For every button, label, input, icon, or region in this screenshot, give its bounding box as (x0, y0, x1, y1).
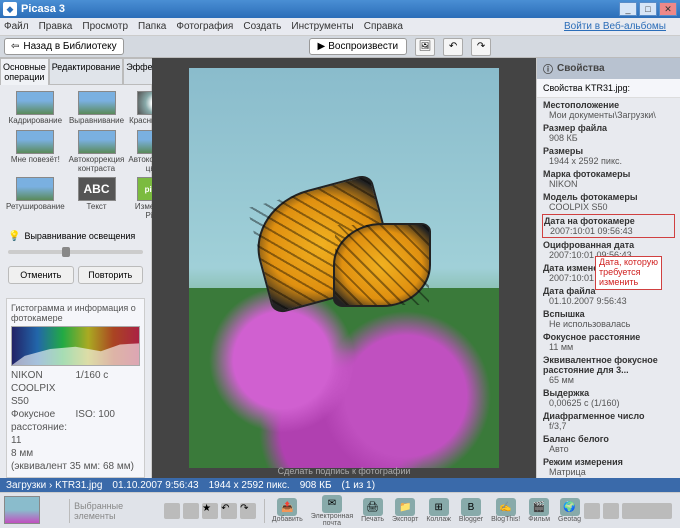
zoom-1to1-icon[interactable] (603, 503, 619, 519)
bottom-tools: 📤Добавить✉Электронная почта🖨Печать📁Экспо… (269, 495, 584, 527)
rotate-right-icon[interactable]: ↷ (471, 38, 491, 56)
zoom-slider[interactable] (622, 503, 672, 519)
bulb-icon: 💡 (8, 231, 20, 242)
window-title: Picasa 3 (21, 3, 619, 15)
property-row: Баланс белогоАвто (543, 434, 674, 454)
menu-view[interactable]: Просмотр (82, 21, 128, 32)
menu-help[interactable]: Справка (364, 21, 403, 32)
left-panel: Основные операции Редактирование Эффекты… (0, 58, 152, 478)
titlebar: ◆ Picasa 3 _ □ ✕ (0, 0, 680, 18)
edit-tabs: Основные операции Редактирование Эффекты (0, 58, 151, 85)
tool-lucky[interactable]: Мне повезёт! (6, 130, 65, 174)
rotate2-icon[interactable]: ↷ (240, 503, 256, 519)
back-to-library-button[interactable]: ⇦ Назад в Библиотеку (4, 38, 124, 55)
properties-filename: Свойства KTR31.jpg: (537, 79, 680, 98)
tab-tuning[interactable]: Редактирование (49, 58, 124, 85)
back-arrow-icon: ⇦ (11, 41, 19, 52)
menu-folder[interactable]: Папка (138, 21, 166, 32)
property-row: Фокусное расстояние11 мм (543, 332, 674, 352)
bottom-tool-0[interactable]: 📤Добавить (269, 498, 306, 523)
play-icon: ▶ (318, 41, 326, 52)
signin-link[interactable]: Войти в Веб-альбомы (564, 21, 666, 32)
bottom-tool-5[interactable]: BBlogger (456, 498, 486, 523)
bottom-tool-6[interactable]: ✍BlogThis! (488, 498, 523, 523)
property-row: МестоположениеМои документы\Загрузки\ (543, 100, 674, 120)
menu-tools[interactable]: Инструменты (291, 21, 353, 32)
menu-create[interactable]: Создать (243, 21, 281, 32)
tool-crop[interactable]: Кадрирование (6, 91, 65, 126)
undo-button[interactable]: Отменить (8, 266, 74, 284)
clear-icon[interactable] (183, 503, 199, 519)
tool-grid: Кадрирование Выравнивание Красные глаза … (0, 85, 151, 227)
property-row: Модель фотокамерыCOOLPIX S50 (543, 192, 674, 212)
histogram-box: Гистограмма и информация о фотокамере NI… (6, 298, 145, 478)
bottom-tool-7[interactable]: 🎬Фильм (525, 498, 553, 523)
bottom-tool-8[interactable]: 🌍Geotag (555, 498, 584, 523)
selection-label: Выбранные элементы (74, 501, 164, 521)
caption-field[interactable]: Сделать подпись к фотографии (278, 466, 411, 476)
tool-straighten[interactable]: Выравнивание (69, 91, 125, 126)
thumbnail-icon[interactable]: 🖼 (415, 38, 435, 56)
properties-panel: ⓘ Свойства Свойства KTR31.jpg: Местополо… (536, 58, 680, 478)
menu-file[interactable]: Файл (4, 21, 29, 32)
bottom-tool-1[interactable]: ✉Электронная почта (308, 495, 356, 527)
status-bar: Загрузки › KTR31.jpg 01.10.2007 9:56:43 … (0, 478, 680, 492)
canvas-panel: Сделать подпись к фотографии (152, 58, 536, 478)
histogram-chart (11, 326, 140, 366)
toolbar: ⇦ Назад в Библиотеку ▶Воспроизвести 🖼 ↶ … (0, 36, 680, 58)
tool-retouch[interactable]: Ретуширование (6, 177, 65, 221)
tab-basic[interactable]: Основные операции (0, 58, 49, 85)
photo-canvas[interactable] (189, 68, 499, 468)
bottom-tool-2[interactable]: 🖨Печать (358, 498, 387, 523)
main-area: Основные операции Редактирование Эффекты… (0, 58, 680, 478)
property-row: Марка фотокамерыNIKON (543, 169, 674, 189)
bottom-bar: Выбранные элементы ★ ↶ ↷ 📤Добавить✉Элект… (0, 492, 680, 528)
property-row: Размеры1944 x 2592 пикс. (543, 146, 674, 166)
property-row: ВспышкаНе использовалась (543, 309, 674, 329)
menubar: Файл Правка Просмотр Папка Фотография Со… (0, 18, 680, 36)
property-row: Эквивалентное фокусное расстояние для 3.… (543, 355, 674, 385)
menu-edit[interactable]: Правка (39, 21, 73, 32)
bottom-tool-4[interactable]: ⊞Коллаж (423, 498, 454, 523)
property-row: Дата на фотокамере2007:10:01 09:56:43 (543, 215, 674, 237)
property-row: Диафрагменное числоf/3,7 (543, 411, 674, 431)
bottom-tool-3[interactable]: 📁Экспорт (389, 498, 421, 523)
rotate-icon[interactable]: ↶ (221, 503, 237, 519)
tool-autocontrast[interactable]: Автокоррекция контраста (69, 130, 125, 174)
rotate-left-icon[interactable]: ↶ (443, 38, 463, 56)
tool-text[interactable]: ABCТекст (69, 177, 125, 221)
annotation-callout: Дата, которую требуется изменить (595, 256, 662, 290)
zoom-fit-icon[interactable] (584, 503, 600, 519)
minimize-button[interactable]: _ (619, 2, 637, 16)
close-button[interactable]: ✕ (659, 2, 677, 16)
info-icon: ⓘ (543, 61, 553, 76)
fill-light-slider[interactable] (8, 250, 143, 254)
redo-button[interactable]: Повторить (78, 266, 144, 284)
star-icon[interactable]: ★ (202, 503, 218, 519)
maximize-button[interactable]: □ (639, 2, 657, 16)
thumbnail-strip[interactable] (4, 496, 65, 526)
play-button[interactable]: ▶Воспроизвести (309, 38, 408, 55)
property-row: Размер файла908 КБ (543, 123, 674, 143)
property-row: Выдержка0,00625 с (1/160) (543, 388, 674, 408)
properties-header: ⓘ Свойства (537, 58, 680, 79)
property-row: Режим измеренияМатрица (543, 457, 674, 477)
menu-photo[interactable]: Фотография (176, 21, 233, 32)
hold-icon[interactable] (164, 503, 180, 519)
fill-light-row: 💡 Выравнивание освещения (0, 227, 151, 246)
app-icon: ◆ (3, 2, 17, 16)
